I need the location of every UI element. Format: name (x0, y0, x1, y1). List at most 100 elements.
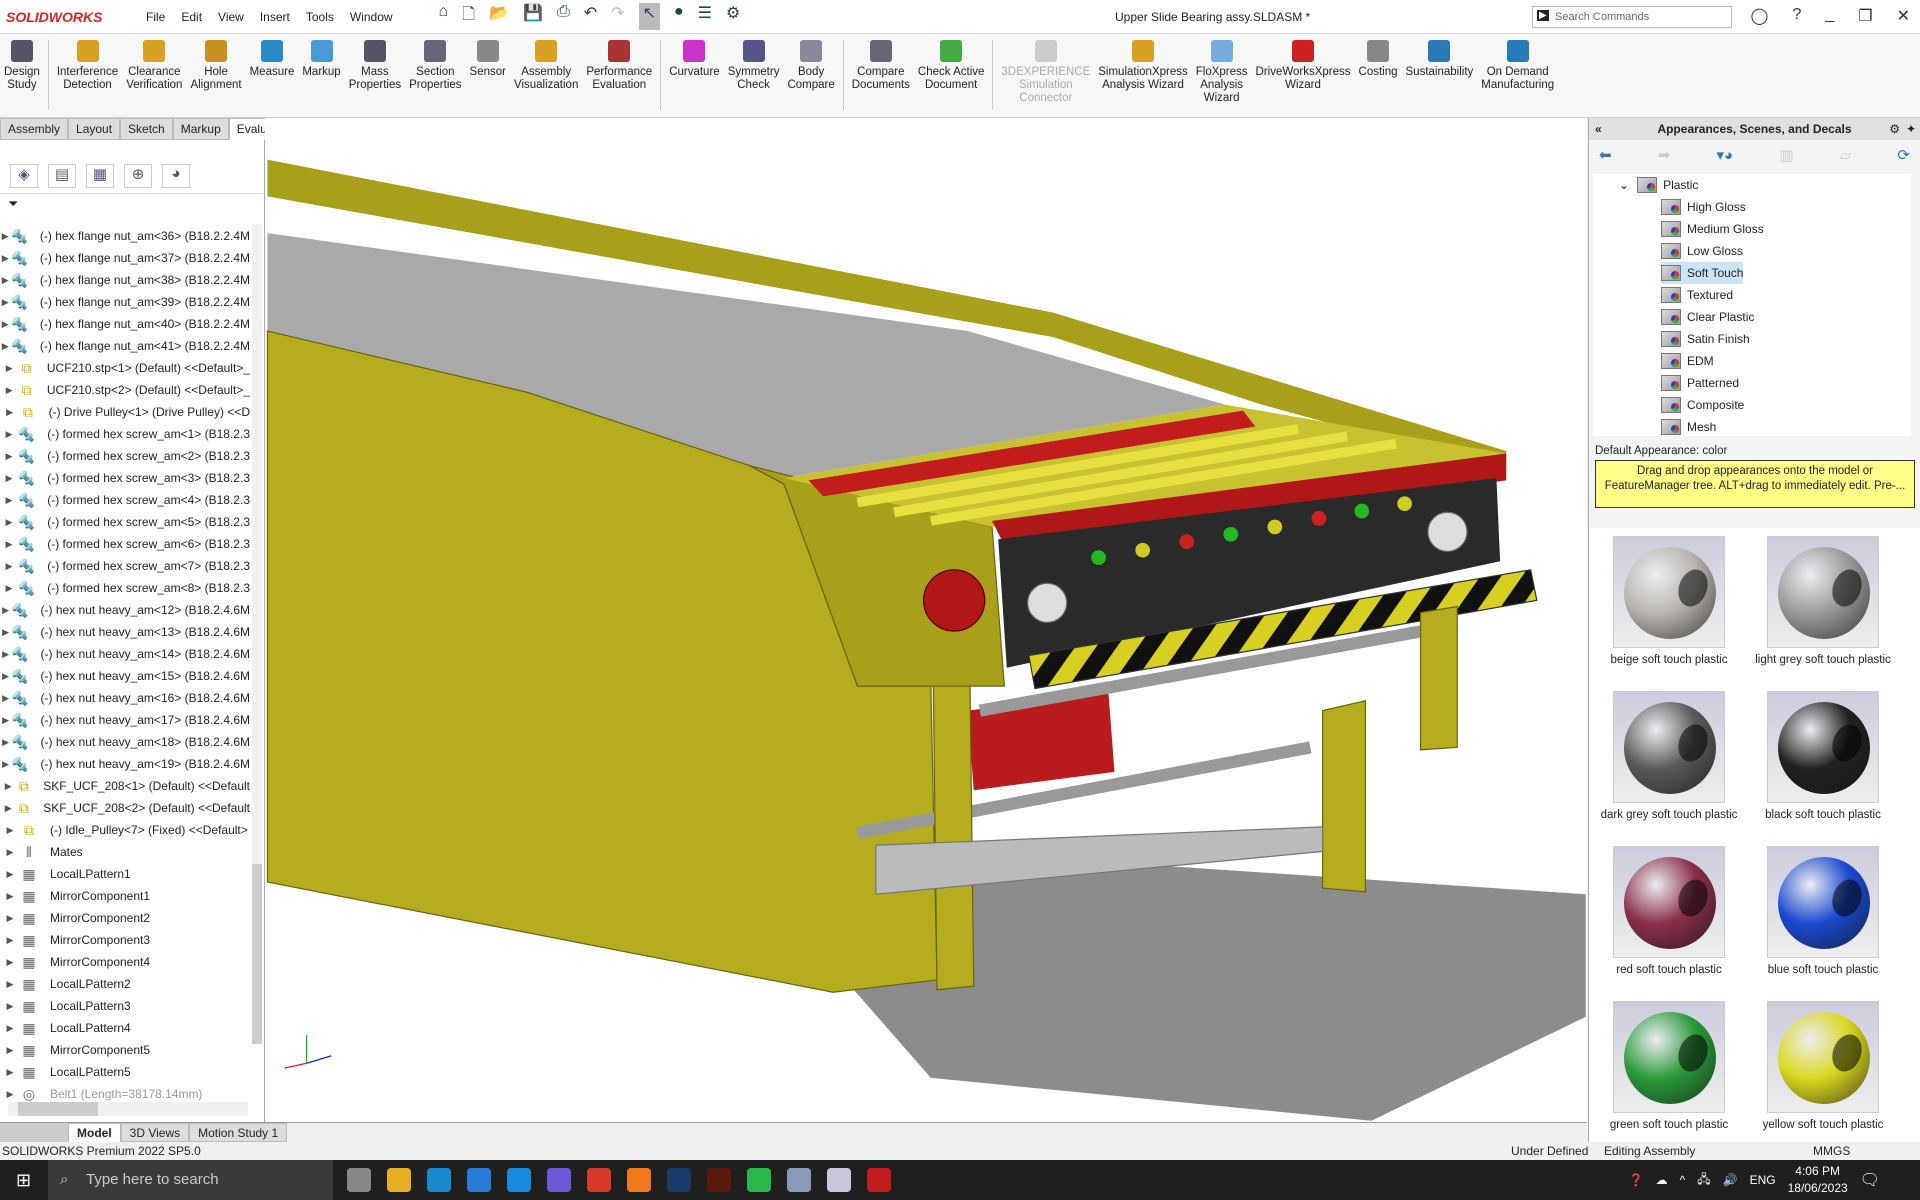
tree-item[interactable]: ▶ ▦ MirrorComponent3 (0, 929, 250, 951)
expand-arrow-icon[interactable]: ▶ (0, 363, 18, 374)
forward-icon[interactable]: ➡ (1658, 146, 1671, 164)
ribbon-button-curvature[interactable]: Curvature (665, 40, 724, 79)
close-button[interactable]: ✕ (1897, 6, 1910, 26)
search-commands-input[interactable]: Search Commands (1532, 6, 1732, 28)
ribbon-button-sensor[interactable]: Sensor (466, 40, 510, 79)
tree-scrollbar[interactable] (252, 224, 262, 1044)
appearance-folder[interactable]: High Gloss (1661, 196, 1746, 218)
chevron-down-icon[interactable]: ⌄ (1619, 178, 1629, 192)
graphics-area[interactable] (265, 118, 1587, 1122)
edge-icon[interactable] (427, 1168, 451, 1192)
notifications-icon[interactable]: 🗨 (1860, 1170, 1880, 1190)
tree-item[interactable]: ▶ 🔩 (-) hex nut heavy_am<14> (B18.2.4.6M (0, 643, 250, 665)
collapse-icon[interactable]: « (1595, 118, 1602, 140)
expand-arrow-icon[interactable]: ▶ (0, 517, 18, 528)
tree-item[interactable]: ▶ ▦ LocalLPattern2 (0, 973, 250, 995)
save-icon[interactable]: 💾 (523, 3, 543, 30)
expand-arrow-icon[interactable]: ▶ (0, 385, 18, 396)
expand-arrow-icon[interactable]: ▶ (0, 561, 18, 572)
refresh-icon[interactable]: ⟳ (1897, 146, 1910, 164)
tree-item[interactable]: ▶ 🔩 (-) formed hex screw_am<2> (B18.2.3 (0, 445, 250, 467)
tree-item[interactable]: ▶ ⫴ Mates (0, 841, 250, 863)
tree-item[interactable]: ▶ 🔩 (-) formed hex screw_am<7> (B18.2.3 (0, 555, 250, 577)
tree-item[interactable]: ▶ ⧉ SKF_UCF_208<2> (Default) <<Default (0, 797, 250, 819)
expand-arrow-icon[interactable]: ▶ (0, 319, 10, 330)
expand-arrow-icon[interactable]: ▶ (0, 957, 20, 968)
illustrator-icon[interactable] (707, 1168, 731, 1192)
ribbon-button-on-demand[interactable]: On Demand Manufacturing (1477, 40, 1558, 92)
new-document-icon[interactable]: 🗋 (462, 3, 475, 30)
chrome-icon[interactable] (587, 1168, 611, 1192)
expand-arrow-icon[interactable]: ▶ (0, 803, 16, 814)
help-icon[interactable]: ? (1792, 6, 1801, 26)
unit-system-button[interactable]: MMGS (1813, 1142, 1850, 1160)
expand-arrow-icon[interactable]: ▶ (0, 693, 11, 704)
tree-item[interactable]: ▶ 🔩 (-) hex nut heavy_am<17> (B18.2.4.6M (0, 709, 250, 731)
expand-arrow-icon[interactable]: ▶ (0, 1089, 20, 1100)
tab-scroll-arrows[interactable] (0, 1123, 68, 1142)
expand-arrow-icon[interactable]: ▶ (0, 583, 18, 594)
expand-arrow-icon[interactable]: ▶ (0, 737, 11, 748)
taskbar-search[interactable]: ⌕ Type here to search (48, 1160, 333, 1200)
display-manager-tab-icon[interactable]: ◕ (162, 163, 190, 188)
appearance-swatch[interactable] (1767, 846, 1879, 958)
tree-item[interactable]: ▶ ⧉ (-) Idle_Pulley<7> (Fixed) <<Default> (0, 819, 250, 841)
filter-icon[interactable]: ⏷ (8, 196, 18, 212)
appearance-folder[interactable]: EDM (1661, 350, 1714, 372)
tree-item[interactable]: ▶ 🔩 (-) formed hex screw_am<5> (B18.2.3 (0, 511, 250, 533)
appearance-folder[interactable]: Composite (1661, 394, 1744, 416)
weather-icon[interactable]: ☁ (1656, 1173, 1668, 1187)
task-view-icon[interactable] (347, 1168, 371, 1192)
expand-arrow-icon[interactable]: ▶ (0, 671, 11, 682)
gear-icon[interactable]: ⚙ (1889, 118, 1900, 140)
add-file-location-icon[interactable]: ▥ (1779, 146, 1793, 164)
tree-item[interactable]: ▶ 🔩 (-) formed hex screw_am<8> (B18.2.3 (0, 577, 250, 599)
copilot-icon[interactable] (547, 1168, 571, 1192)
appearance-dropdown-icon[interactable]: ▾◕ (1717, 146, 1734, 164)
expand-arrow-icon[interactable]: ▶ (0, 847, 20, 858)
appearance-folder[interactable]: Mesh (1661, 416, 1716, 436)
print-icon[interactable]: ⎙ (557, 3, 570, 30)
firefox-icon[interactable] (627, 1168, 651, 1192)
tree-item[interactable]: ▶ 🔩 (-) hex nut heavy_am<18> (B18.2.4.6M (0, 731, 250, 753)
tree-item[interactable]: ▶ ▦ LocalLPattern3 (0, 995, 250, 1017)
expand-arrow-icon[interactable]: ▶ (0, 825, 20, 836)
menu-view[interactable]: View (218, 10, 244, 24)
file-properties-icon[interactable]: ☰ (698, 3, 712, 30)
expand-arrow-icon[interactable]: ▶ (0, 605, 11, 616)
pin-icon[interactable]: ✦ (1906, 118, 1916, 140)
tree-item[interactable]: ▶ 🔩 (-) hex flange nut_am<36> (B18.2.2.4M (0, 225, 250, 247)
home-icon[interactable]: ⌂ (439, 3, 449, 30)
expand-arrow-icon[interactable]: ▶ (0, 429, 18, 440)
horizontal-scrollbar[interactable] (8, 1102, 248, 1116)
expand-arrow-icon[interactable]: ▶ (0, 935, 20, 946)
ribbon-button-body[interactable]: Body Compare (783, 40, 838, 92)
expand-arrow-icon[interactable]: ▶ (0, 1045, 20, 1056)
appearance-folder-plastic[interactable]: ⌄ Plastic (1619, 174, 1698, 196)
tab-markup[interactable]: Markup (172, 118, 229, 140)
ribbon-button-clearance[interactable]: Clearance Verification (122, 40, 186, 92)
volume-icon[interactable]: 🔊 (1723, 1173, 1738, 1187)
tree-item[interactable]: ▶ 🔩 (-) hex nut heavy_am<16> (B18.2.4.6M (0, 687, 250, 709)
menu-insert[interactable]: Insert (260, 10, 290, 24)
tree-item[interactable]: ▶ 🔩 (-) hex flange nut_am<41> (B18.2.2.4M (0, 335, 250, 357)
new-folder-icon[interactable]: ▱ (1840, 146, 1852, 164)
ribbon-button-performance[interactable]: Performance Evaluation (582, 40, 656, 92)
help-tray-icon[interactable]: ❓ (1629, 1173, 1644, 1187)
tab-assembly[interactable]: Assembly (0, 118, 69, 140)
appearance-folder[interactable]: Textured (1661, 284, 1733, 306)
expand-arrow-icon[interactable]: ▶ (0, 869, 20, 880)
tree-item[interactable]: ▶ ▦ LocalLPattern5 (0, 1061, 250, 1083)
clock[interactable]: 4:06 PM 18/06/2023 (1788, 1163, 1848, 1197)
appearance-swatch[interactable] (1613, 1001, 1725, 1113)
ribbon-button-mass[interactable]: Mass Properties (345, 40, 405, 92)
app-icon[interactable] (827, 1168, 851, 1192)
conveyor-model[interactable] (265, 118, 1587, 1122)
appearance-swatch[interactable] (1613, 536, 1725, 648)
tree-item[interactable]: ▶ 🔩 (-) formed hex screw_am<4> (B18.2.3 (0, 489, 250, 511)
expand-arrow-icon[interactable]: ▶ (0, 407, 19, 418)
appearance-folder[interactable]: Patterned (1661, 372, 1739, 394)
whatsapp-icon[interactable] (747, 1168, 771, 1192)
tree-item[interactable]: ▶ 🔩 (-) hex nut heavy_am<15> (B18.2.4.6M (0, 665, 250, 687)
ribbon-button-compare[interactable]: Compare Documents (848, 40, 914, 92)
